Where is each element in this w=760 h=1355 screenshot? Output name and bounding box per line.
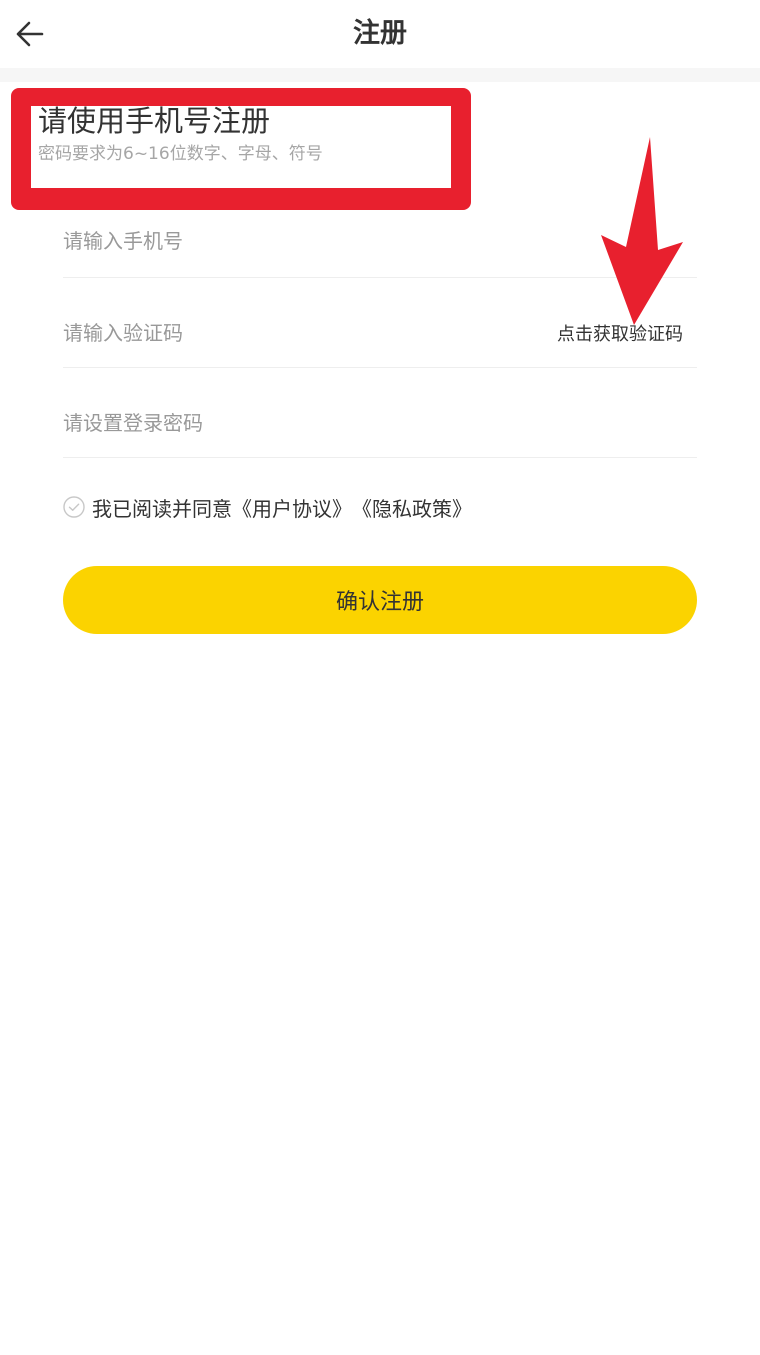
intro-title: 请使用手机号注册 bbox=[38, 104, 271, 138]
page-title: 注册 bbox=[353, 18, 407, 49]
password-input[interactable] bbox=[63, 384, 523, 462]
agreement-row: 我已阅读并同意 《用户协议》 《隐私政策》 bbox=[63, 492, 472, 522]
agreement-text: 我已阅读并同意 bbox=[92, 496, 232, 521]
intro-subtitle: 密码要求为6~16位数字、字母、符号 bbox=[38, 144, 323, 164]
intro-highlight-box: 请使用手机号注册 密码要求为6~16位数字、字母、符号 bbox=[11, 88, 471, 210]
phone-input[interactable] bbox=[63, 202, 523, 280]
privacy-policy-link[interactable]: 《隐私政策》 bbox=[352, 493, 472, 522]
code-input[interactable] bbox=[63, 294, 523, 372]
header-divider bbox=[0, 68, 760, 82]
confirm-register-button[interactable]: 确认注册 bbox=[63, 566, 697, 634]
red-arrow-down-icon bbox=[601, 137, 683, 325]
user-agreement-link[interactable]: 《用户协议》 bbox=[232, 493, 352, 522]
password-row bbox=[63, 378, 697, 462]
check-circle-icon[interactable] bbox=[63, 496, 85, 518]
nav-bar: 注册 bbox=[0, 0, 760, 68]
